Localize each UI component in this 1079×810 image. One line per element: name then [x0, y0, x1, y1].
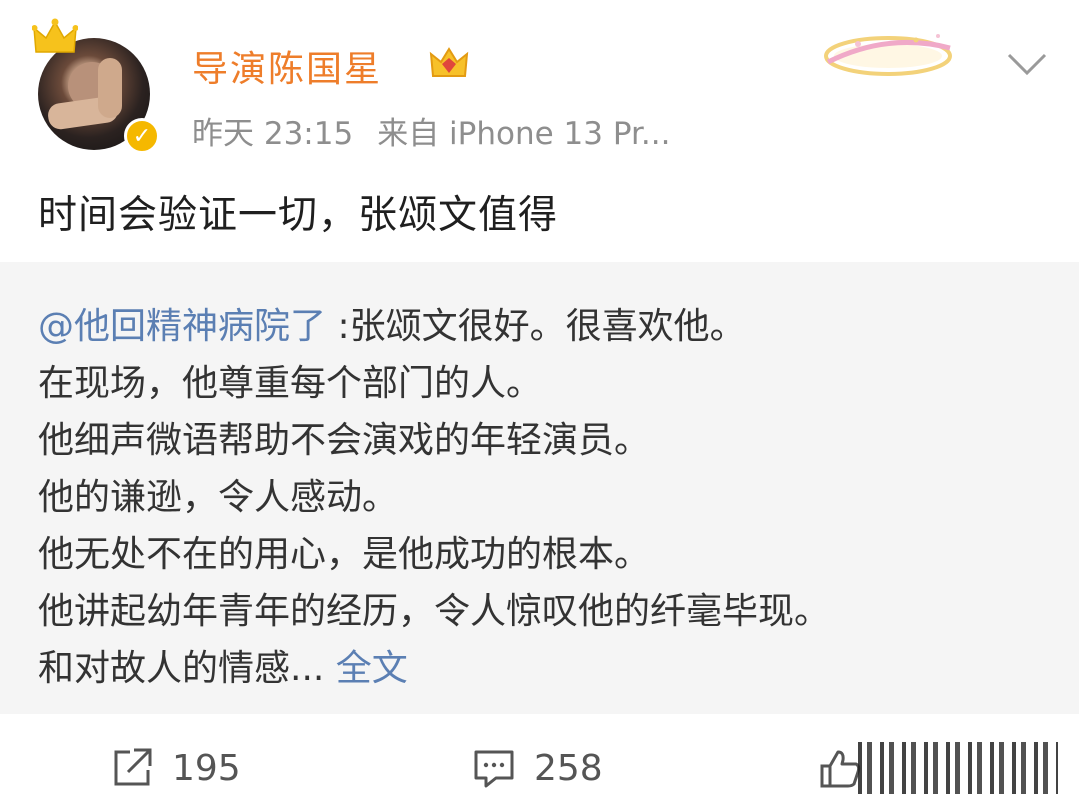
full-text-link[interactable]: 全文	[336, 648, 408, 689]
comment-button[interactable]: 258	[472, 746, 603, 790]
post-meta: 昨天 23:15 来自 iPhone 13 Pr...	[192, 108, 670, 153]
repost-line: 他无处不在的用心，是他成功的根本。	[38, 534, 651, 575]
chevron-down-icon[interactable]	[1006, 50, 1048, 78]
reposted-content[interactable]: @他回精神病院了 :张颂文很好。很喜欢他。 在现场，他尊重每个部门的人。 他细声…	[0, 262, 1079, 714]
repost-line: 和对故人的情感... 全文	[38, 648, 408, 689]
post-header: ✓ 导演陈国星 昨天 23:15 来自 iPhone 13 Pr...	[0, 0, 1079, 160]
mention-link[interactable]: @他回精神病院了	[38, 306, 326, 347]
thumbs-up-icon	[820, 750, 861, 788]
obscured-like-count	[858, 742, 1058, 794]
repost-line: 他细声微语帮助不会演戏的年轻演员。	[38, 420, 651, 461]
verified-badge-icon: ✓	[124, 118, 160, 154]
avatar[interactable]: ✓	[30, 18, 160, 154]
decorative-card-icon	[824, 34, 952, 76]
comment-count: 258	[534, 747, 603, 789]
repost-line: 他的谦逊，令人感动。	[38, 477, 399, 518]
crown-icon	[32, 18, 78, 53]
author-name[interactable]: 导演陈国星	[192, 40, 382, 92]
action-bar: 195 258	[0, 720, 1079, 810]
repost-line: @他回精神病院了 :张颂文很好。很喜欢他。	[38, 306, 746, 347]
vip-crown-icon	[429, 47, 469, 77]
repost-line: 他讲起幼年青年的经历，令人惊叹他的纤毫毕现。	[38, 591, 831, 632]
comment-icon	[474, 750, 514, 788]
share-icon	[114, 748, 152, 786]
post-text: 时间会验证一切，张颂文值得	[38, 193, 559, 238]
repost-button[interactable]: 195	[110, 746, 241, 790]
post-time: 昨天 23:15	[192, 116, 354, 152]
repost-count: 195	[172, 747, 241, 789]
post-source[interactable]: 来自 iPhone 13 Pr...	[377, 116, 670, 152]
repost-line: 在现场，他尊重每个部门的人。	[38, 363, 543, 404]
reposted-text: @他回精神病院了 :张颂文很好。很喜欢他。 在现场，他尊重每个部门的人。 他细声…	[38, 298, 830, 697]
